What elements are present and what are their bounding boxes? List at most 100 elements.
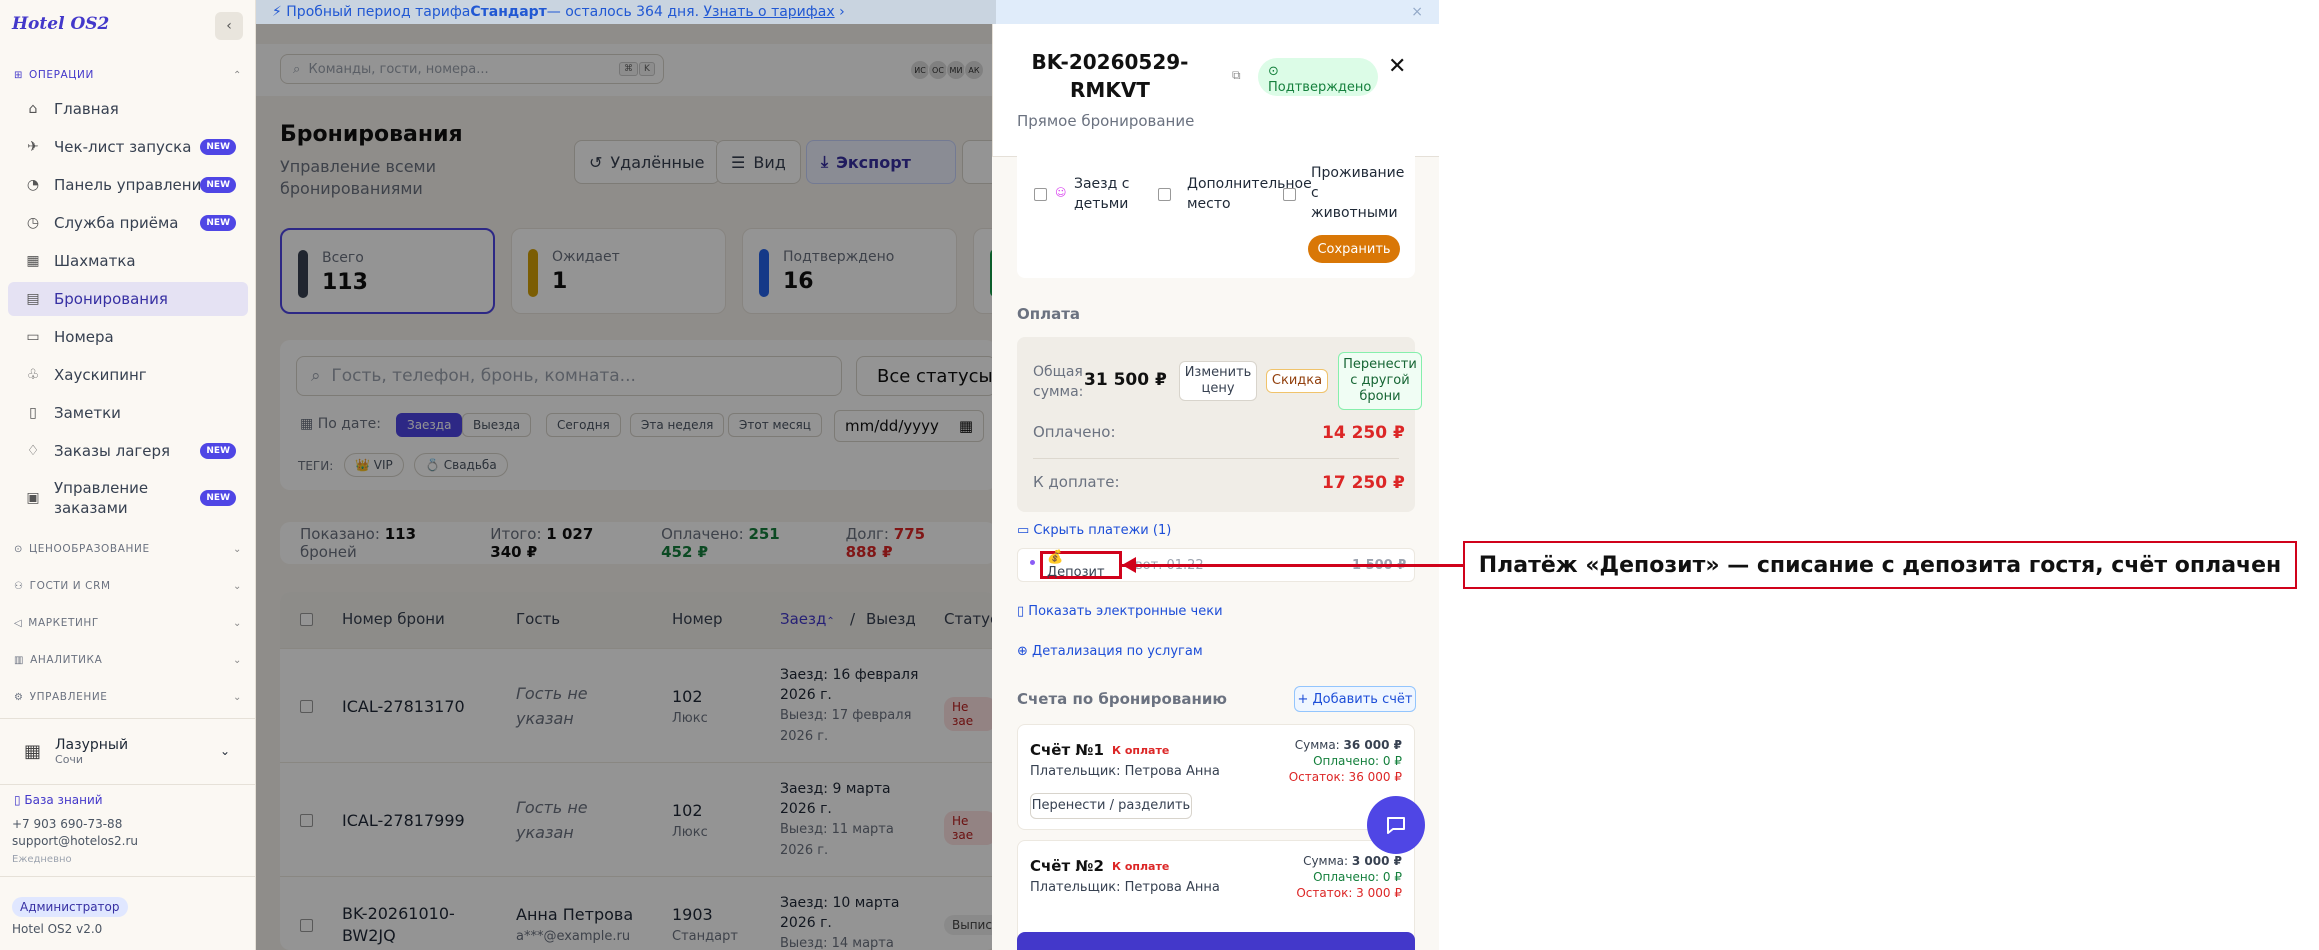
close-drawer-button[interactable]: ✕ xyxy=(1388,54,1406,79)
banner-backdrop xyxy=(256,0,996,24)
tag-icon: ⊙ xyxy=(14,543,23,555)
add-invoice-button[interactable]: + Добавить счёт xyxy=(1294,686,1416,712)
payment-header: Оплата xyxy=(1017,305,1081,323)
transfer-from-booking-button[interactable]: Перенести с другой брони xyxy=(1338,352,1422,410)
sidebar-item-front-desk[interactable]: ◷ Служба приёма NEW xyxy=(8,206,248,240)
receipt-icon: ▯ xyxy=(1017,604,1029,619)
sidebar-item-label: Управление заказами xyxy=(54,478,148,518)
chevron-left-icon: ‹ xyxy=(226,18,232,34)
drawer-primary-button[interactable] xyxy=(1017,932,1415,950)
sidebar-item-label: Номера xyxy=(54,328,114,346)
knowledge-base-label: База знаний xyxy=(24,793,103,807)
section-pricing[interactable]: ⊙ ЦЕНООБРАЗОВАНИЕ ⌄ xyxy=(0,536,256,562)
chevron-down-icon: ⌄ xyxy=(233,617,242,629)
chat-button[interactable] xyxy=(1367,796,1425,854)
sidebar-item-dashboard[interactable]: ◔ Панель управления NEW xyxy=(8,168,248,202)
invoice-rest: Остаток: 36 000 ₽ xyxy=(1288,770,1402,784)
checkbox-with-children[interactable] xyxy=(1034,188,1047,201)
paid-label: Оплачено: xyxy=(1033,423,1116,441)
sidebar-collapse-button[interactable]: ‹ xyxy=(215,12,243,40)
status-label: Подтверждено xyxy=(1268,80,1372,95)
link-label: Детализация по услугам xyxy=(1032,644,1203,659)
invoice-status-badge: К оплате xyxy=(1112,744,1170,757)
invoice-amounts: Сумма: 36 000 ₽ Оплачено: 0 ₽ Остаток: 36 … xyxy=(1289,737,1402,785)
sidebar-item-launch-checklist[interactable]: ✈ Чек-лист запуска NEW xyxy=(8,130,248,164)
bed-icon: ▭ xyxy=(26,329,40,345)
label-line-1: Управление xyxy=(54,479,149,497)
section-analytics[interactable]: ▥ АНАЛИТИКА ⌄ xyxy=(0,647,256,673)
invoice-status-badge: К оплате xyxy=(1112,860,1170,873)
chart-icon: ▥ xyxy=(14,654,25,666)
sidebar-item-chessboard[interactable]: ▦ Шахматка xyxy=(8,244,248,278)
chevron-down-icon: ⌄ xyxy=(233,691,242,703)
section-label: МАРКЕТИНГ xyxy=(28,617,99,629)
hotel-city: Сочи xyxy=(55,752,84,766)
tent-icon: ♢ xyxy=(26,443,40,459)
sidebar-item-order-management[interactable]: ▣ Управление заказами NEW xyxy=(8,474,248,522)
gear-icon: ⚙ xyxy=(14,691,24,703)
invoice-rest: Остаток: 3 000 ₽ xyxy=(1296,886,1402,900)
sidebar-item-notes[interactable]: ▯ Заметки xyxy=(8,396,248,430)
sidebar-item-label: Панель управления xyxy=(54,176,211,194)
sum-label: Сумма: xyxy=(1303,854,1349,868)
copy-icon[interactable]: ⧉ xyxy=(1232,68,1241,83)
section-label: ЦЕНООБРАЗОВАНИЕ xyxy=(28,543,150,555)
invoice-sum: Сумма: 36 000 ₽ xyxy=(1295,738,1402,752)
transfer-split-button[interactable]: Перенести / разделить xyxy=(1030,793,1192,819)
users-icon: ⚇ xyxy=(14,580,24,592)
clipboard-icon: ▣ xyxy=(26,490,40,506)
discount-button[interactable]: Скидка xyxy=(1266,369,1328,393)
sidebar-item-camp-orders[interactable]: ♢ Заказы лагеря NEW xyxy=(8,434,248,468)
broom-icon: ♧ xyxy=(26,367,40,383)
hide-payments-link[interactable]: ▭ Скрыть платежи (1) xyxy=(1017,523,1171,538)
new-badge: NEW xyxy=(200,139,236,155)
invoice-payer: Плательщик: Петрова Анна xyxy=(1030,880,1220,895)
option-line-1: Заезд с xyxy=(1074,176,1130,192)
change-price-button[interactable]: Изменить цену xyxy=(1179,361,1257,401)
grid-icon: ▦ xyxy=(26,253,40,269)
megaphone-icon: ◁ xyxy=(14,617,23,629)
plus-circle-icon: ⊕ xyxy=(1017,644,1033,659)
gauge-icon: ◔ xyxy=(26,177,40,193)
annotation-arrowhead xyxy=(1122,557,1136,573)
sidebar-item-rooms[interactable]: ▭ Номера xyxy=(8,320,248,354)
sidebar-item-label: Главная xyxy=(54,100,119,118)
invoice-paid: Оплачено: 0 ₽ xyxy=(1313,870,1402,884)
due-label: К доплате: xyxy=(1033,473,1120,491)
section-label: ГОСТИ И CRM xyxy=(29,580,111,592)
brand-logo: Hotel OS2 xyxy=(12,14,110,34)
service-detail-link[interactable]: ⊕ Детализация по услугам xyxy=(1017,644,1203,659)
checkbox-pets[interactable] xyxy=(1283,188,1296,201)
section-operations[interactable]: ⊞ ОПЕРАЦИИ ⌃ xyxy=(0,62,256,88)
checkbox-extra-bed[interactable] xyxy=(1158,188,1171,201)
banner-close-button[interactable]: × xyxy=(1411,4,1423,20)
sidebar-item-bookings[interactable]: ▤ Бронирования xyxy=(8,282,248,316)
sidebar-item-home[interactable]: ⌂ Главная xyxy=(8,92,248,126)
chevron-down-icon: ⌄ xyxy=(233,654,242,666)
save-options-button[interactable]: Сохранить xyxy=(1308,235,1400,263)
sidebar-item-label: Хаускипинг xyxy=(54,366,147,384)
hotel-selector[interactable]: ▦ Лазурный Сочи ⌄ xyxy=(10,724,246,778)
invoice-card[interactable]: Счёт №1 К оплате Плательщик: Петрова Анн… xyxy=(1017,724,1415,830)
deposit-payment-badge[interactable]: 💰 Депозит xyxy=(1040,550,1122,580)
link-label: Скрыть платежи (1) xyxy=(1033,523,1172,538)
modal-backdrop[interactable] xyxy=(256,24,996,950)
total-value: 31 500 ₽ xyxy=(1084,370,1167,390)
check-circle-icon: ⊙ xyxy=(1268,64,1279,79)
title-line-1: BK-20260529- xyxy=(1031,50,1189,74)
knowledge-base-link[interactable]: ▯ База знаний xyxy=(14,793,103,807)
invoice-payer: Плательщик: Петрова Анна xyxy=(1030,764,1220,779)
sidebar-item-label: Заметки xyxy=(54,404,121,422)
section-label: УПРАВЛЕНИЕ xyxy=(29,691,108,703)
section-guests-crm[interactable]: ⚇ ГОСТИ И CRM ⌄ xyxy=(0,573,256,599)
divider xyxy=(1033,458,1399,459)
section-management[interactable]: ⚙ УПРАВЛЕНИЕ ⌄ xyxy=(0,684,256,710)
show-receipts-link[interactable]: ▯ Показать электронные чеки xyxy=(1017,604,1223,619)
support-hours: Ежедневно xyxy=(12,854,72,865)
building-icon: ▦ xyxy=(24,740,42,762)
chevron-up-icon: ⌃ xyxy=(233,69,242,81)
sidebar-item-housekeeping[interactable]: ♧ Хаускипинг xyxy=(8,358,248,392)
section-marketing[interactable]: ◁ МАРКЕТИНГ ⌄ xyxy=(0,610,256,636)
child-icon: ☺ xyxy=(1055,186,1067,199)
support-email[interactable]: support@hotelos2.ru xyxy=(12,834,138,848)
